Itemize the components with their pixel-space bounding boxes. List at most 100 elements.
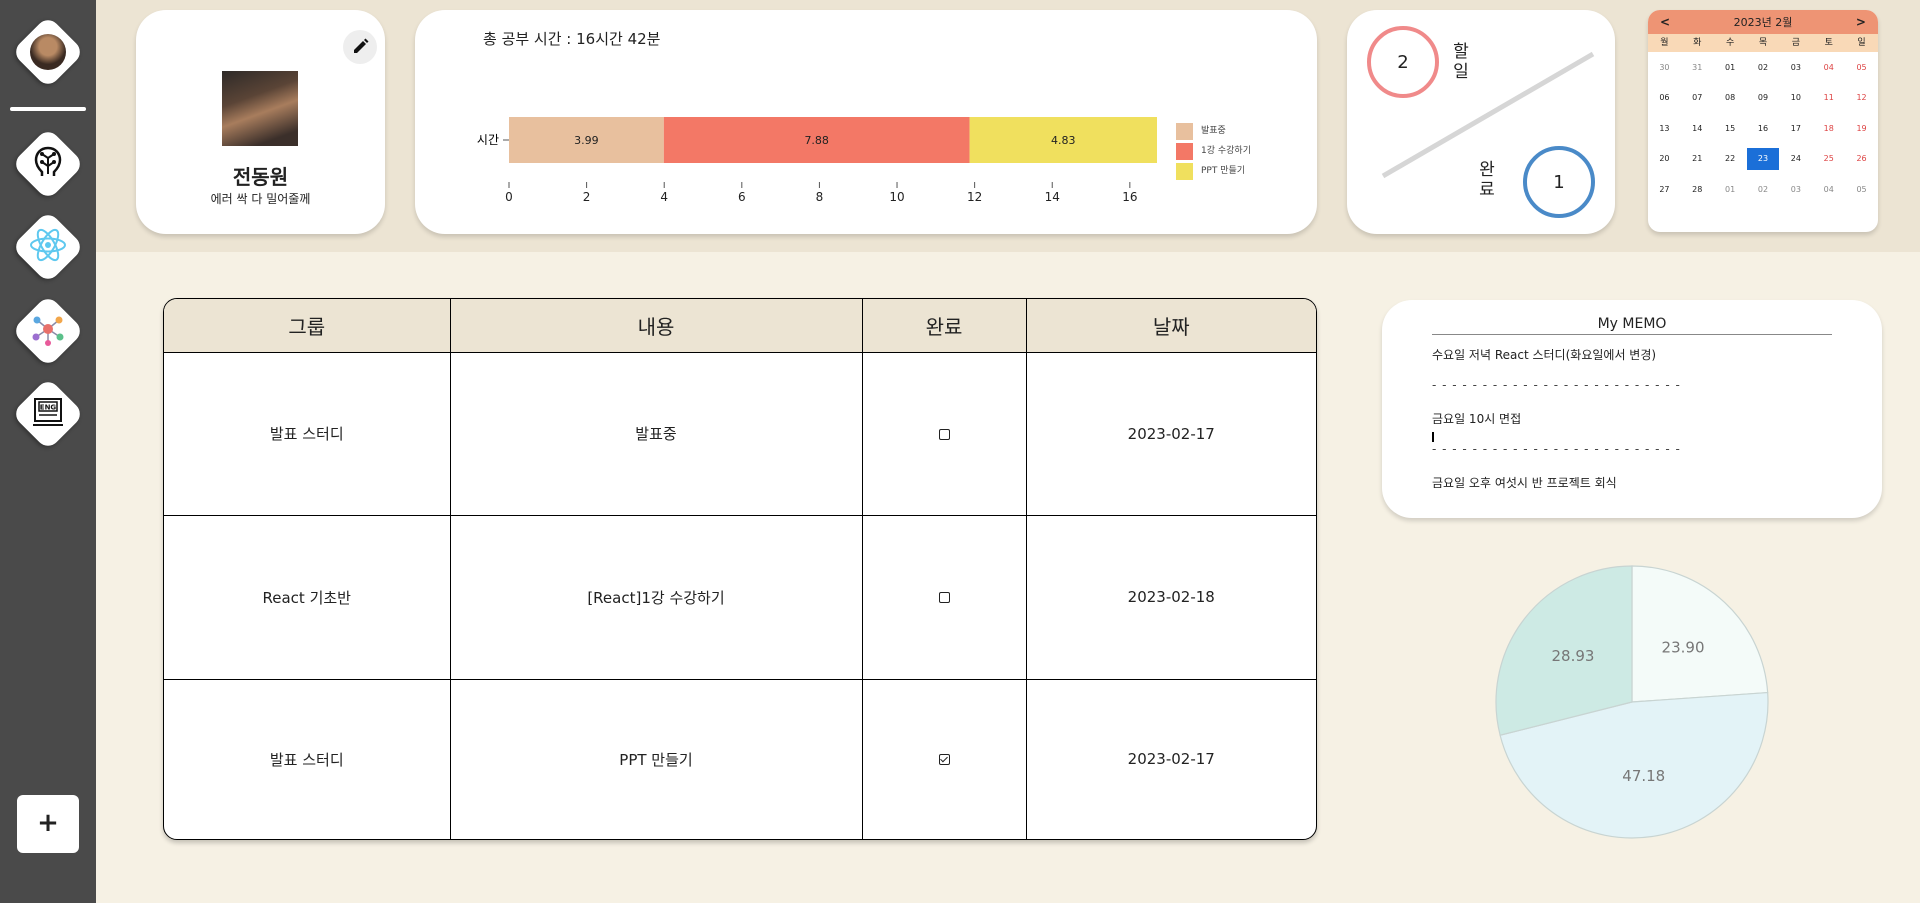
memo-line: 금요일 10시 면접 (1432, 412, 1522, 426)
memo-line: 수요일 저녁 React 스터디(화요일에서 변경) (1432, 348, 1657, 362)
cell-group: React 기초반 (164, 515, 451, 680)
calendar-weekdays: 월화수목금토일 (1648, 34, 1878, 52)
calendar-day[interactable]: 24 (1779, 144, 1812, 175)
table-header-row: 그룹 내용 완료 날짜 (164, 299, 1316, 353)
calendar-day[interactable]: 16 (1747, 113, 1780, 144)
legend-label: 1강 수강하기 (1201, 145, 1251, 156)
calendar-next-button[interactable]: > (1856, 15, 1866, 29)
calendar-day[interactable]: 20 (1648, 144, 1681, 175)
calendar-day[interactable]: 03 (1779, 174, 1812, 205)
memo-card[interactable]: My MEMO 수요일 저녁 React 스터디(화요일에서 변경) - - -… (1382, 300, 1882, 518)
calendar-days: 30 31 01 02 03 04 05 06 07 08 09 10 11 12 13 14 15 16 17 18… (1648, 52, 1878, 205)
react-atom-icon (28, 225, 68, 269)
sidebar-item-english[interactable]: ENG (11, 377, 85, 451)
calendar-day[interactable]: 18 (1812, 113, 1845, 144)
data-label: 3.99 (574, 134, 599, 147)
header-date[interactable]: 날짜 (1026, 299, 1316, 353)
calendar-day[interactable]: 01 (1714, 52, 1747, 83)
calendar-weekday: 화 (1693, 38, 1702, 48)
calendar-day[interactable]: 07 (1681, 83, 1714, 114)
done-checkbox[interactable] (938, 428, 950, 440)
calendar-day[interactable]: 04 (1812, 52, 1845, 83)
calendar-day[interactable]: 19 (1845, 113, 1878, 144)
text-caret (1432, 432, 1434, 442)
y-tick-label: 시간 (477, 133, 499, 147)
sidebar-item-study-timer[interactable] (11, 127, 85, 201)
cell-content: [React]1강 수강하기 (450, 515, 863, 680)
brain-circuit-icon (30, 144, 66, 184)
calendar-day[interactable]: 02 (1747, 52, 1780, 83)
cell-group: 발표 스터디 (164, 352, 451, 517)
task-count-card: 2 할일 완료 1 (1347, 10, 1615, 234)
add-button[interactable]: + (17, 795, 79, 853)
calendar-weekday: 일 (1857, 38, 1866, 48)
profile-description: 에러 싹 다 밀어줄께 (210, 192, 311, 206)
x-tick-label: 4 (660, 190, 668, 204)
calendar-day[interactable]: 30 (1648, 52, 1681, 83)
calendar-day[interactable]: 17 (1779, 113, 1812, 144)
pie-label: 23.90 (1662, 638, 1705, 656)
calendar-day[interactable]: 27 (1648, 174, 1681, 205)
cell-date: 2023-02-17 (1127, 750, 1215, 769)
done-checkbox[interactable] (938, 754, 950, 766)
cell-date: 2023-02-17 (1026, 352, 1316, 517)
calendar-day[interactable]: 02 (1747, 174, 1780, 205)
calendar-prev-button[interactable]: < (1660, 15, 1670, 29)
table-row: React 기초반 [React]1강 수강하기 2023-02-18 (164, 515, 1316, 680)
sidebar-item-network[interactable] (11, 294, 85, 368)
calendar-day[interactable]: 05 (1845, 52, 1878, 83)
calendar-day[interactable]: 26 (1845, 144, 1878, 175)
calendar-day[interactable]: 05 (1845, 174, 1878, 205)
profile-photo (222, 71, 298, 146)
x-tick-label: 10 (889, 190, 904, 204)
calendar-day[interactable]: 22 (1714, 144, 1747, 175)
calendar-day[interactable]: 09 (1747, 83, 1780, 114)
cell-done (862, 679, 1027, 839)
cell-done (862, 515, 1027, 680)
calendar-day[interactable]: 14 (1681, 113, 1714, 144)
calendar-day[interactable]: 28 (1681, 174, 1714, 205)
pie-label: 28.93 (1552, 647, 1595, 665)
network-graph-icon (29, 310, 67, 352)
calendar-day[interactable]: 03 (1779, 52, 1812, 83)
calendar-day[interactable]: 15 (1714, 113, 1747, 144)
header-content[interactable]: 내용 (450, 299, 863, 353)
calendar-day[interactable]: 10 (1779, 83, 1812, 114)
calendar-day[interactable]: 12 (1845, 83, 1878, 114)
edit-profile-button[interactable] (343, 30, 377, 64)
calendar-day[interactable]: 06 (1648, 83, 1681, 114)
calendar-day[interactable]: 04 (1812, 174, 1845, 205)
calendar-weekday: 수 (1725, 38, 1735, 48)
x-tick-label: 0 (505, 190, 513, 204)
calendar-day[interactable]: 08 (1714, 83, 1747, 114)
calendar-weekday: 목 (1758, 38, 1768, 48)
calendar-day[interactable]: 01 (1714, 174, 1747, 205)
header-group[interactable]: 그룹 (164, 299, 451, 353)
calendar-day[interactable]: 21 (1681, 144, 1714, 175)
calendar-day[interactable]: 25 (1812, 144, 1845, 175)
calendar-day[interactable]: 13 (1648, 113, 1681, 144)
memo-separator: - - - - - - - - - - - - - - - - - - - - … (1432, 442, 1681, 456)
cell-content: 발표중 (450, 352, 863, 517)
done-checkbox[interactable] (938, 592, 950, 604)
sidebar-item-react[interactable] (11, 210, 85, 284)
data-label: 4.83 (1051, 134, 1076, 147)
cell-content: PPT 만들기 (450, 679, 863, 839)
calendar-weekday: 금 (1791, 38, 1800, 48)
calendar-day[interactable]: 23 (1746, 144, 1780, 175)
cell-date: 2023-02-18 (1026, 515, 1316, 680)
table-row: 발표 스터디 발표중 2023-02-17 (164, 352, 1316, 517)
x-tick-label: 12 (967, 190, 982, 204)
pencil-icon (354, 38, 369, 53)
calendar-day[interactable]: 31 (1681, 52, 1714, 83)
done-count: 1 (1523, 146, 1595, 218)
calendar-day[interactable]: 11 (1812, 83, 1845, 114)
x-tick-label: 6 (738, 190, 746, 204)
header-done[interactable]: 완료 (862, 299, 1027, 353)
cell-done (862, 352, 1027, 517)
x-tick-label: 14 (1045, 190, 1060, 204)
legend-label: PPT 만들기 (1201, 165, 1245, 176)
sidebar: ENG + (0, 0, 96, 903)
memo-line: 금요일 오후 여섯시 반 프로젝트 회식 (1432, 476, 1617, 490)
sidebar-item-profile[interactable] (11, 15, 85, 89)
